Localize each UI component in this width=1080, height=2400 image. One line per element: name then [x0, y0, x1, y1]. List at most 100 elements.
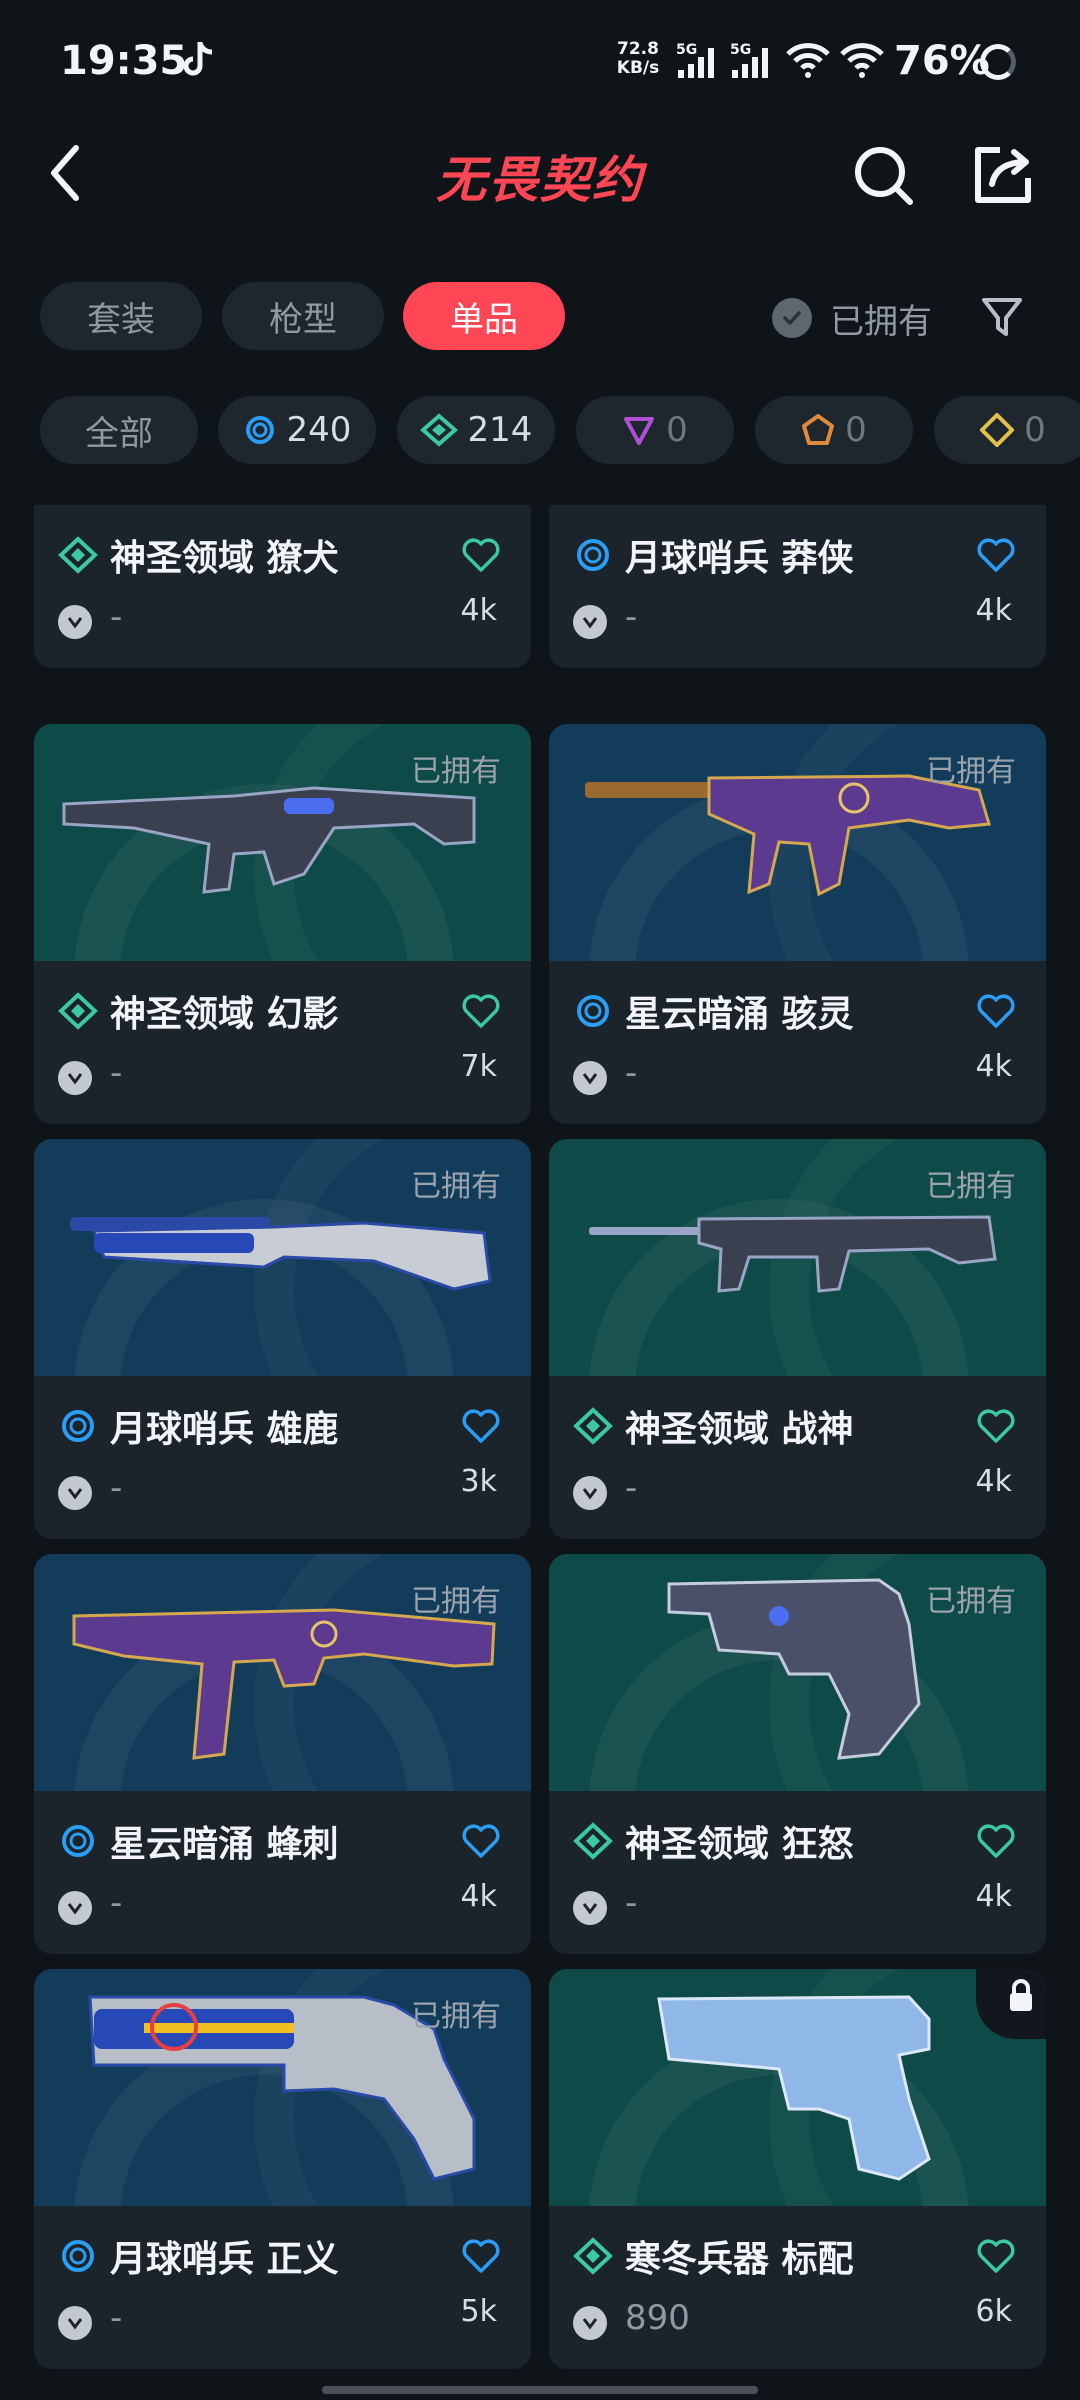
- like-count: 5k: [460, 2294, 497, 2329]
- skin-card[interactable]: 已拥有 月球哨兵 正义 - 5k: [34, 1969, 531, 2369]
- like-count: 4k: [460, 1879, 497, 1914]
- favorite-heart-icon[interactable]: [976, 1823, 1016, 1859]
- deluxe-tier-icon: [573, 1822, 613, 1860]
- rarity-chip-deluxe[interactable]: 214: [397, 396, 555, 464]
- skin-name: 寒冬兵器 标配: [625, 2239, 854, 2280]
- battery-percent: 76%: [894, 38, 990, 84]
- share-button[interactable]: [970, 142, 1036, 208]
- favorite-heart-icon[interactable]: [461, 1823, 501, 1859]
- vp-currency-icon: [573, 605, 607, 639]
- vp-currency-icon: [58, 2306, 92, 2340]
- owned-label: 已拥有: [411, 754, 501, 789]
- vp-currency-icon: [573, 1476, 607, 1510]
- favorite-heart-icon[interactable]: [976, 537, 1016, 573]
- skin-card[interactable]: 已拥有 月球哨兵 雄鹿 - 3k: [34, 1139, 531, 1539]
- tab-sets[interactable]: 套装: [40, 282, 202, 350]
- skin-image: 已拥有: [549, 724, 1046, 961]
- select-tier-icon: [62, 1825, 94, 1857]
- home-indicator[interactable]: [322, 2386, 758, 2394]
- wifi-calling-icon: [786, 43, 830, 78]
- skin-name: 月球哨兵 莽侠: [625, 538, 854, 579]
- tab-items[interactable]: 单品: [403, 282, 565, 350]
- like-count: 4k: [975, 1464, 1012, 1499]
- favorite-heart-icon[interactable]: [976, 1408, 1016, 1444]
- battery-icon: [980, 44, 1016, 80]
- rarity-chip-premium[interactable]: 0: [576, 396, 734, 464]
- skin-price: -: [625, 1053, 638, 1093]
- skin-card[interactable]: 寒冬兵器 标配 890 6k: [549, 1969, 1046, 2369]
- skin-card[interactable]: 已拥有 神圣领域 幻影 - 7k: [34, 724, 531, 1124]
- skin-card[interactable]: 已拥有 星云暗涌 蜂刺 - 4k: [34, 1554, 531, 1954]
- rarity-chip-ultra[interactable]: 0: [755, 396, 913, 464]
- skin-name: 神圣领域 獠犬: [110, 538, 339, 579]
- skin-price: -: [625, 597, 638, 637]
- skin-image: 已拥有: [34, 1139, 531, 1376]
- like-count: 4k: [460, 593, 497, 628]
- vp-currency-icon: [58, 1891, 92, 1925]
- ultra-tier-icon: [802, 414, 835, 445]
- owned-filter-toggle[interactable]: 已拥有: [772, 290, 932, 346]
- skin-card[interactable]: 已拥有 神圣领域 狂怒 - 4k: [549, 1554, 1046, 1954]
- favorite-heart-icon[interactable]: [976, 2238, 1016, 2274]
- clock: 19:35: [60, 38, 188, 84]
- favorite-heart-icon[interactable]: [976, 993, 1016, 1029]
- status-bar: 19:35 72.8 KB/s 5G 5G 76%: [0, 0, 1080, 120]
- skin-card[interactable]: 神圣领域 獠犬 - 4k: [34, 505, 531, 668]
- item-grid: 神圣领域 獠犬 - 4k 月球哨兵 莽侠 - 4k 已拥有 神圣领域 幻影 - …: [0, 505, 1080, 2400]
- cell-signal-icon: 5G: [676, 42, 720, 80]
- skin-card[interactable]: 月球哨兵 莽侠 - 4k: [549, 505, 1046, 668]
- skin-price: -: [110, 1883, 123, 1923]
- like-count: 4k: [975, 593, 1012, 628]
- skin-image: 已拥有: [34, 1554, 531, 1791]
- lock-icon: [1010, 1979, 1032, 2011]
- rarity-chip-all[interactable]: 全部: [40, 396, 198, 464]
- select-tier-icon: [62, 1410, 94, 1442]
- select-tier-icon: [245, 416, 274, 444]
- skin-image: [549, 1969, 1046, 2206]
- favorite-heart-icon[interactable]: [461, 993, 501, 1029]
- pistol-icon: [657, 1995, 931, 2181]
- rarity-chip-exclusive[interactable]: 0: [934, 396, 1080, 464]
- owned-label: 已拥有: [411, 1999, 501, 2034]
- deluxe-tier-icon: [573, 1407, 613, 1445]
- deluxe-tier-icon: [573, 2237, 613, 2275]
- favorite-heart-icon[interactable]: [461, 537, 501, 573]
- favorite-heart-icon[interactable]: [461, 2238, 501, 2274]
- skin-price: 890: [625, 2298, 690, 2338]
- skin-price: -: [110, 1468, 123, 1508]
- skin-card[interactable]: 已拥有 神圣领域 战神 - 4k: [549, 1139, 1046, 1539]
- skin-price: -: [625, 1468, 638, 1508]
- vp-currency-icon: [573, 1891, 607, 1925]
- cell-signal-icon: 5G: [730, 42, 774, 80]
- vp-currency-icon: [58, 1476, 92, 1510]
- vp-currency-icon: [58, 1061, 92, 1095]
- skin-image: 已拥有: [34, 1969, 531, 2206]
- skin-image: 已拥有: [549, 1554, 1046, 1791]
- select-tier-icon: [62, 2240, 94, 2272]
- page-title: 无畏契约: [436, 151, 644, 209]
- owned-label: 已拥有: [926, 1584, 1016, 1619]
- tab-weapon-type[interactable]: 枪型: [222, 282, 384, 350]
- like-count: 4k: [975, 1049, 1012, 1084]
- skin-price: -: [110, 597, 123, 637]
- skin-card[interactable]: 已拥有 星云暗涌 骇灵 - 4k: [549, 724, 1046, 1124]
- owned-label: 已拥有: [411, 1584, 501, 1619]
- skin-name: 神圣领域 战神: [625, 1409, 854, 1450]
- skin-name: 星云暗涌 骇灵: [625, 994, 854, 1035]
- rarity-chip-select[interactable]: 240: [218, 396, 376, 464]
- search-button[interactable]: [850, 142, 916, 208]
- skin-image: 已拥有: [34, 724, 531, 961]
- owned-label: 已拥有: [926, 1169, 1016, 1204]
- vp-currency-icon: [573, 2306, 607, 2340]
- skin-price: -: [110, 2298, 123, 2338]
- filter-button[interactable]: [978, 292, 1026, 340]
- favorite-heart-icon[interactable]: [461, 1408, 501, 1444]
- skin-image: 已拥有: [549, 1139, 1046, 1376]
- skin-name: 月球哨兵 雄鹿: [110, 1409, 339, 1450]
- lock-badge: [976, 1969, 1046, 2039]
- skin-name: 星云暗涌 蜂刺: [110, 1824, 339, 1865]
- network-speed: 72.8 KB/s: [616, 39, 660, 78]
- skin-name: 月球哨兵 正义: [110, 2239, 339, 2280]
- exclusive-tier-icon: [980, 413, 1015, 447]
- skin-price: -: [625, 1883, 638, 1923]
